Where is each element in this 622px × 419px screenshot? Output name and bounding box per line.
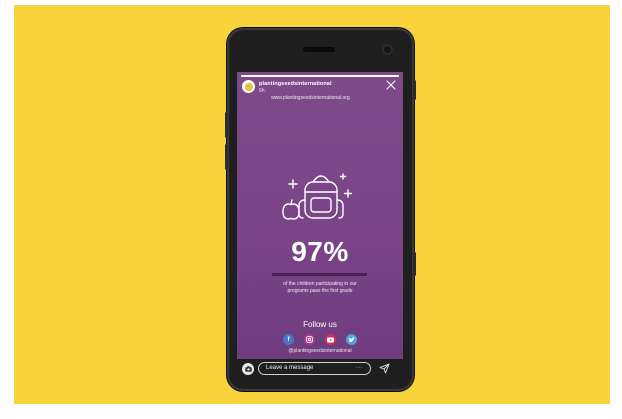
account-name[interactable]: plantingseedsinternational [259, 81, 332, 87]
sparkle-icon [339, 173, 347, 180]
stat-caption-line: programs pass the first grade [287, 288, 353, 294]
close-icon[interactable] [386, 80, 396, 90]
post-time: 6h [259, 88, 265, 94]
stat-caption-line: of the children participating in our [283, 281, 357, 287]
camera-icon [244, 366, 252, 372]
message-input[interactable]: Leave a message ··· [258, 362, 371, 375]
message-placeholder: Leave a message [266, 365, 314, 371]
backpack-pocket [310, 197, 332, 213]
story-progress-fill [241, 75, 399, 77]
story-progress-bar [241, 75, 399, 77]
front-camera [382, 44, 393, 55]
stat-caption: of the children participating in our pro… [255, 281, 385, 295]
twitter-icon[interactable] [346, 334, 357, 345]
sparkle-icon [343, 189, 353, 198]
stat-underline [272, 273, 367, 276]
phone-speaker [303, 47, 335, 52]
instagram-icon[interactable] [304, 334, 315, 345]
backpack-handle [312, 175, 330, 183]
send-icon[interactable] [379, 363, 390, 374]
side-key [413, 252, 416, 276]
more-options-icon[interactable]: ··· [356, 363, 364, 374]
social-handle: @plantingseedsinternational [288, 348, 352, 354]
power-button [413, 80, 416, 100]
sparkle-icon [288, 179, 298, 189]
backpack-illustration [282, 173, 353, 220]
follow-us-heading: Follow us [303, 320, 337, 329]
apple-icon [282, 203, 300, 220]
stat-value: 97% [291, 236, 349, 267]
volume-down-button [225, 144, 228, 170]
logo-icon [244, 82, 253, 91]
story-header: plantingseedsinternational 6h www.planti… [242, 80, 398, 106]
phone-device: plantingseedsinternational 6h www.planti… [225, 28, 416, 391]
story-screen[interactable]: plantingseedsinternational 6h www.planti… [237, 72, 403, 359]
youtube-icon[interactable] [325, 334, 336, 345]
camera-button[interactable] [242, 363, 254, 375]
social-icons: f [283, 334, 357, 345]
website-link[interactable]: www.plantingseedsinternational.org [271, 95, 350, 101]
reply-bar: Leave a message ··· [237, 361, 403, 377]
volume-up-button [225, 112, 228, 138]
avatar[interactable] [242, 80, 255, 93]
facebook-icon[interactable]: f [283, 334, 294, 345]
